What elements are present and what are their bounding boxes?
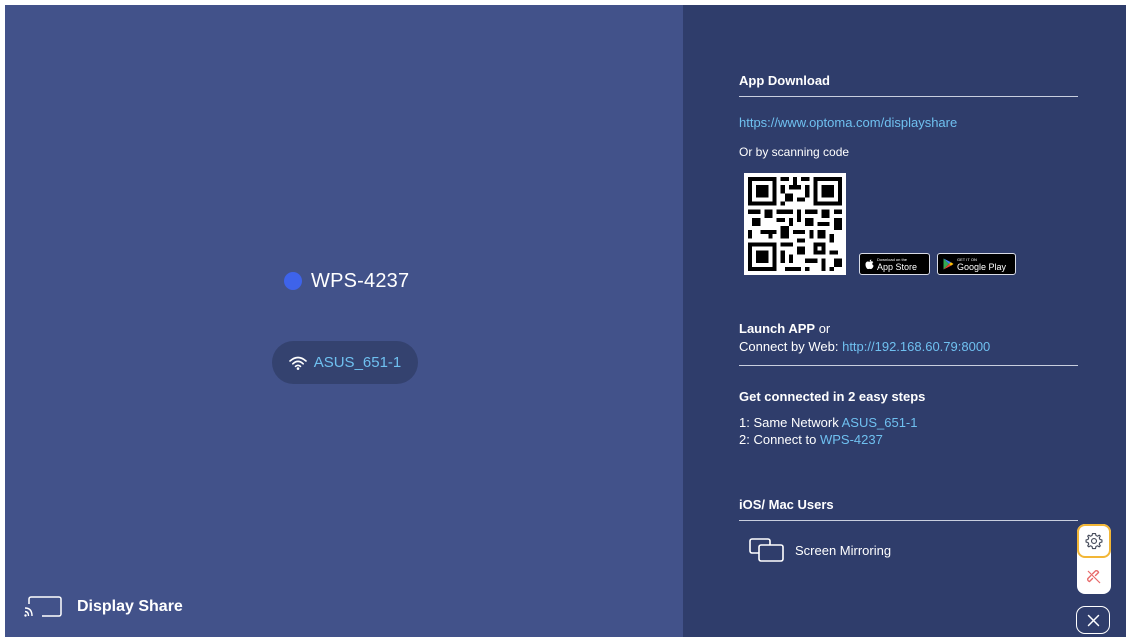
close-icon [1087, 614, 1099, 626]
wifi-icon [288, 356, 307, 370]
display-share-label: Display Share [77, 598, 183, 615]
device-status-dot [284, 272, 302, 290]
google-play-button[interactable]: GET IT ON Google Play [937, 253, 1016, 275]
step-2-prefix: 2: Connect to [739, 432, 820, 447]
network-name: ASUS_651-1 [313, 354, 402, 371]
qr-code [744, 173, 846, 275]
screen-mirroring-label: Screen Mirroring [795, 542, 892, 558]
app-download-title: App Download [739, 73, 830, 88]
display-share-brand: Display Share [23, 594, 183, 620]
launch-app-label: Launch APP [739, 321, 816, 336]
cast-icon [24, 596, 62, 617]
screen-mirroring-icon [749, 538, 784, 562]
app-store-button[interactable]: Download on the App Store [859, 253, 930, 275]
step-1: 1: Same Network ASUS_651-1 [739, 414, 918, 431]
divider [739, 520, 1078, 521]
launch-app-line: Launch APP or [739, 320, 830, 337]
connect-web-prefix: Connect by Web: [739, 339, 843, 354]
launch-app-or: or [815, 321, 831, 336]
apple-icon [865, 259, 874, 269]
ios-mac-title: iOS/ Mac Users [739, 497, 834, 512]
device-name: WPS-4237 [311, 269, 410, 292]
unlink-icon [1086, 569, 1101, 584]
google-play-icon [943, 258, 954, 270]
left-panel: WPS-4237 ASUS_651-1 Display Share [5, 5, 683, 637]
close-button[interactable] [1076, 606, 1110, 634]
app-store-label: App Store [877, 261, 918, 272]
connect-web-line: Connect by Web: http://192.168.60.79:800… [739, 338, 990, 355]
step-1-network: ASUS_651-1 [841, 415, 918, 430]
device-indicator: WPS-4237 [284, 267, 409, 295]
step-2: 2: Connect to WPS-4237 [739, 431, 883, 448]
divider [739, 96, 1078, 97]
network-pill[interactable]: ASUS_651-1 [272, 341, 418, 384]
google-play-label: Google Play [957, 261, 1007, 272]
floating-toolbar [1077, 524, 1111, 594]
connect-web-link[interactable]: http://192.168.60.79:8000 [842, 339, 990, 354]
scan-code-text: Or by scanning code [739, 145, 850, 159]
steps-title: Get connected in 2 easy steps [739, 389, 926, 404]
settings-button[interactable] [1077, 524, 1111, 558]
divider [739, 365, 1078, 366]
step-2-device: WPS-4237 [819, 432, 883, 447]
app-download-link[interactable]: https://www.optoma.com/displayshare [739, 115, 957, 130]
display-share-screen: WPS-4237 ASUS_651-1 Display Share App Do… [5, 5, 1126, 637]
disconnect-button[interactable] [1077, 560, 1111, 594]
gear-icon [1085, 532, 1103, 550]
step-1-prefix: 1: Same Network [739, 415, 842, 430]
right-panel: App Download https://www.optoma.com/disp… [683, 5, 1126, 637]
screen-mirroring-row[interactable]: Screen Mirroring [749, 537, 891, 563]
